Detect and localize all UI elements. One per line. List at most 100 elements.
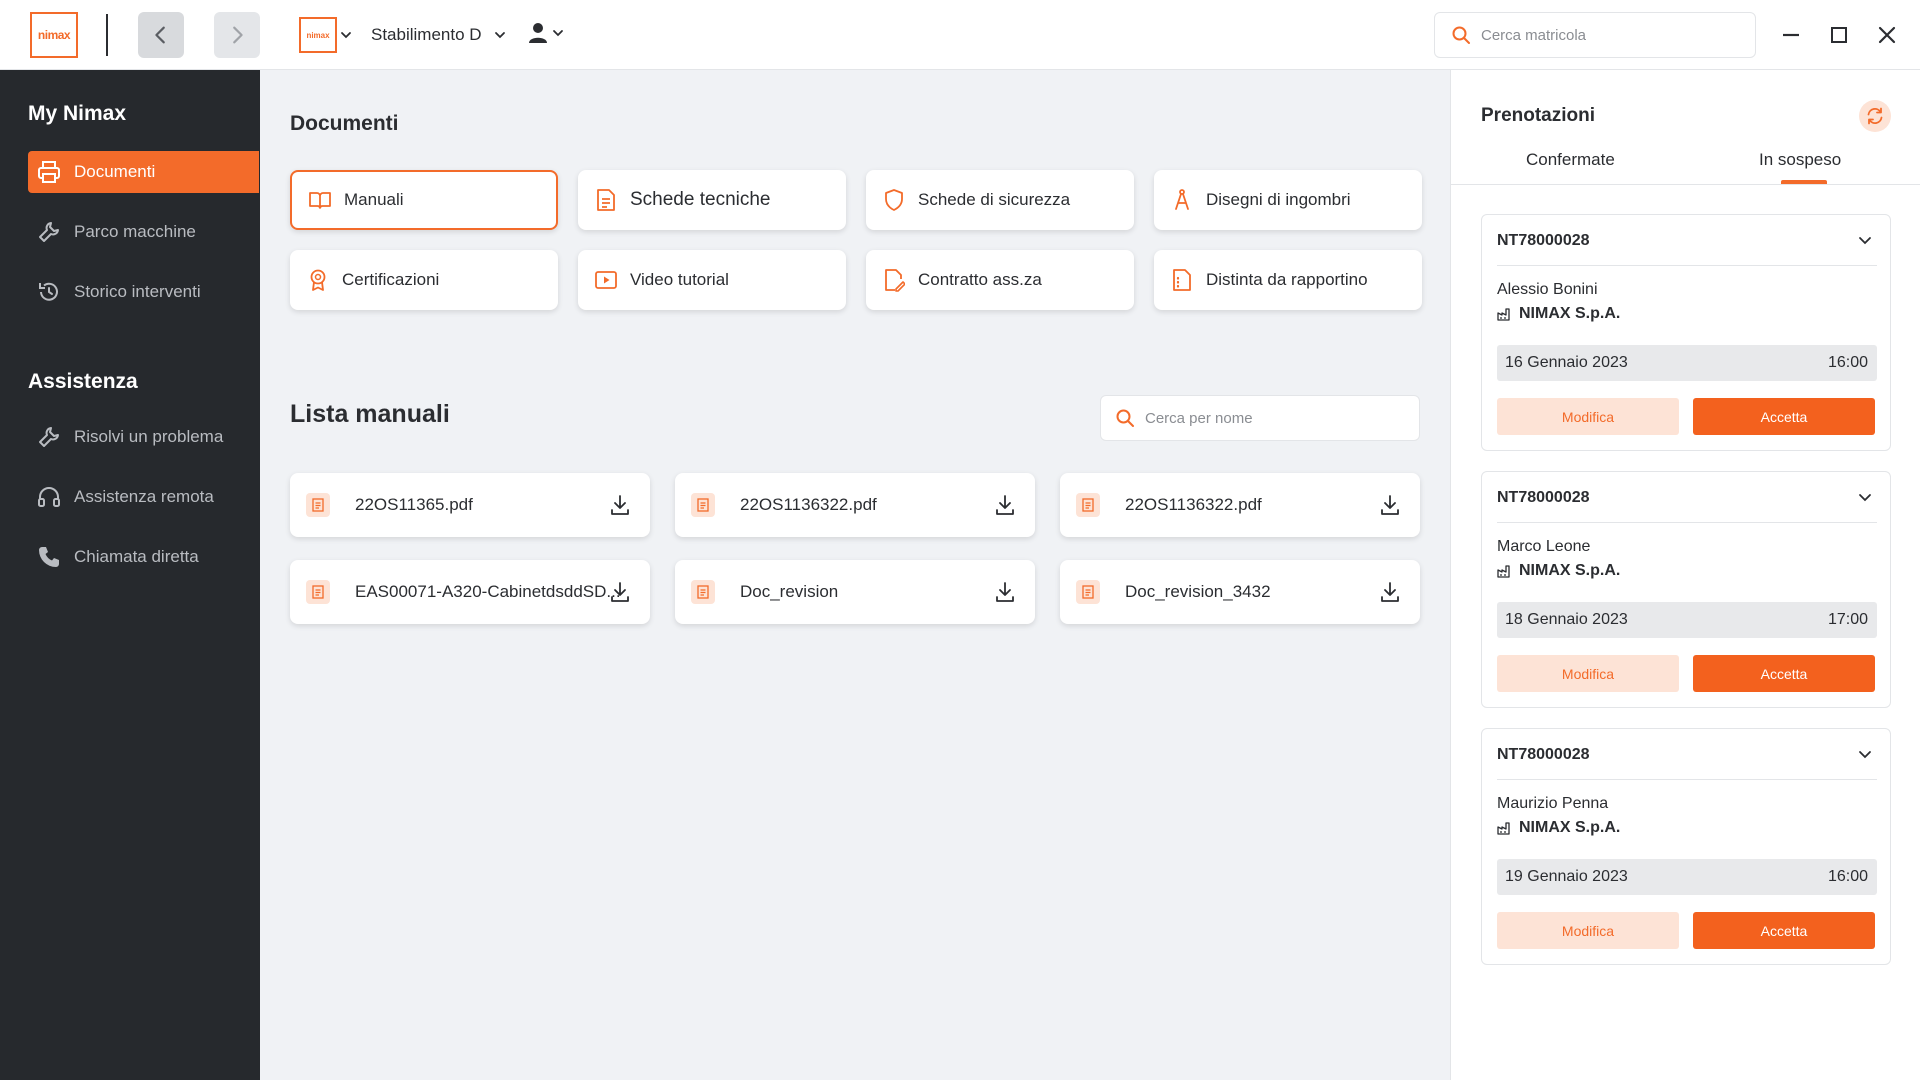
chevron-down-icon[interactable] (1858, 235, 1872, 245)
tab-confermate[interactable]: Confermate (1526, 150, 1615, 170)
main-content: Documenti Manuali Schede tecniche Schede… (260, 70, 1450, 1080)
category-label: Schede di sicurezza (918, 190, 1071, 209)
sidebar-item-documenti[interactable]: Documenti (28, 151, 259, 193)
booking-card: NT78000028 Alessio Bonini NIMAX S.p.A. 1… (1481, 214, 1891, 451)
file-card[interactable]: EAS00071-A320-CabinetdsddSD... (290, 560, 650, 624)
download-icon[interactable] (993, 493, 1017, 517)
sidebar-item-label: Assistenza remota (74, 487, 214, 506)
sidebar-item-assistenza-remota[interactable]: Assistenza remota (28, 476, 259, 518)
phone-icon (36, 544, 62, 570)
plant-logo-text: nimax (306, 30, 330, 40)
file-card[interactable]: Doc_revision_3432 (1060, 560, 1420, 624)
file-card[interactable]: 22OS1136322.pdf (675, 473, 1035, 537)
sidebar-item-label: Risolvi un problema (74, 427, 224, 446)
forward-button[interactable] (214, 12, 260, 58)
category-label: Video tutorial (630, 270, 729, 289)
category-manuali[interactable]: Manuali (290, 170, 558, 230)
serial-search-input[interactable] (1481, 26, 1721, 44)
file-card[interactable]: 22OS1136322.pdf (1060, 473, 1420, 537)
file-card[interactable]: 22OS11365.pdf (290, 473, 650, 537)
divider (1497, 779, 1877, 780)
download-icon[interactable] (993, 580, 1017, 604)
booking-date: 18 Gennaio 2023 (1505, 611, 1628, 628)
user-icon (529, 23, 547, 43)
chevron-down-icon[interactable] (494, 30, 506, 40)
booking-person: Marco Leone (1497, 538, 1591, 555)
manual-search-input[interactable] (1145, 409, 1385, 427)
document-icon (594, 188, 618, 212)
edit-button[interactable]: Modifica (1497, 655, 1679, 692)
booking-code: NT78000028 (1497, 746, 1590, 763)
download-icon[interactable] (1378, 493, 1402, 517)
factory-icon (1497, 308, 1510, 321)
file-card[interactable]: Doc_revision (675, 560, 1035, 624)
award-icon (306, 268, 330, 292)
back-button[interactable] (138, 12, 184, 58)
book-icon (308, 188, 332, 212)
maximize-icon (1831, 27, 1847, 43)
plant-logo[interactable]: nimax (299, 17, 337, 53)
booking-card: NT78000028 Maurizio Penna NIMAX S.p.A. 1… (1481, 728, 1891, 965)
file-name: Doc_revision_3432 (1125, 582, 1271, 601)
accept-button[interactable]: Accetta (1693, 398, 1875, 435)
chevron-down-icon[interactable] (340, 30, 352, 40)
category-distinta-rapportino[interactable]: Distinta da rapportino (1154, 250, 1422, 310)
tab-divider (1451, 184, 1920, 185)
file-icon (306, 580, 330, 604)
minimize-button[interactable] (1778, 22, 1804, 48)
category-contratto[interactable]: Contratto ass.za (866, 250, 1134, 310)
file-name: 22OS1136322.pdf (740, 495, 877, 514)
manual-search[interactable] (1100, 395, 1420, 441)
top-divider (106, 14, 108, 56)
edit-button[interactable]: Modifica (1497, 912, 1679, 949)
booking-time: 16:00 (1827, 868, 1868, 885)
chevron-down-icon[interactable] (1858, 492, 1872, 502)
documents-title: Documenti (290, 112, 399, 135)
category-label: Manuali (344, 190, 404, 209)
download-icon[interactable] (608, 493, 632, 517)
sidebar-item-chiamata-diretta[interactable]: Chiamata diretta (28, 536, 259, 578)
file-name: 22OS1136322.pdf (1125, 495, 1262, 514)
download-icon[interactable] (608, 580, 632, 604)
category-disegni-ingombri[interactable]: Disegni di ingombri (1154, 170, 1422, 230)
video-icon (594, 268, 618, 292)
chevron-down-icon[interactable] (1858, 749, 1872, 759)
company-name: NIMAX S.p.A. (1519, 562, 1621, 579)
category-label: Schede tecniche (630, 189, 771, 210)
file-icon (691, 580, 715, 604)
bookings-title: Prenotazioni (1481, 105, 1596, 126)
sidebar-item-storico-interventi[interactable]: Storico interventi (28, 271, 259, 313)
booking-company: NIMAX S.p.A. (1497, 562, 1620, 580)
booking-datetime: 19 Gennaio 2023 16:00 (1497, 859, 1877, 895)
category-certificazioni[interactable]: Certificazioni (290, 250, 558, 310)
maximize-button[interactable] (1826, 22, 1852, 48)
chevron-right-icon (233, 26, 243, 44)
serial-search[interactable] (1434, 12, 1756, 58)
minimize-icon (1783, 33, 1799, 37)
sidebar-item-risolvi-problema[interactable]: Risolvi un problema (28, 416, 259, 458)
user-menu[interactable] (528, 22, 564, 44)
divider (1497, 265, 1877, 266)
tab-in-sospeso[interactable]: In sospeso (1759, 150, 1841, 170)
accept-button[interactable]: Accetta (1693, 912, 1875, 949)
compass-icon (1170, 188, 1194, 212)
contract-icon (882, 268, 906, 292)
sidebar-section-title: My Nimax (28, 102, 127, 125)
file-name: Doc_revision (740, 582, 839, 601)
category-schede-tecniche[interactable]: Schede tecniche (578, 170, 846, 230)
category-schede-sicurezza[interactable]: Schede di sicurezza (866, 170, 1134, 230)
accept-button[interactable]: Accetta (1693, 655, 1875, 692)
category-video-tutorial[interactable]: Video tutorial (578, 250, 846, 310)
headset-icon (36, 484, 62, 510)
sidebar-item-label: Storico interventi (74, 282, 201, 301)
download-icon[interactable] (1378, 580, 1402, 604)
sidebar-item-parco-macchine[interactable]: Parco macchine (28, 211, 259, 253)
category-label: Certificazioni (342, 270, 440, 289)
close-button[interactable] (1874, 22, 1900, 48)
bookings-panel: Prenotazioni Confermate In sospeso NT780… (1450, 70, 1920, 1080)
edit-button[interactable]: Modifica (1497, 398, 1679, 435)
refresh-button[interactable] (1859, 100, 1891, 132)
wrench-icon (36, 219, 62, 245)
plant-selector-label[interactable]: Stabilimento D (371, 25, 482, 45)
sidebar-item-label: Chiamata diretta (74, 547, 199, 566)
